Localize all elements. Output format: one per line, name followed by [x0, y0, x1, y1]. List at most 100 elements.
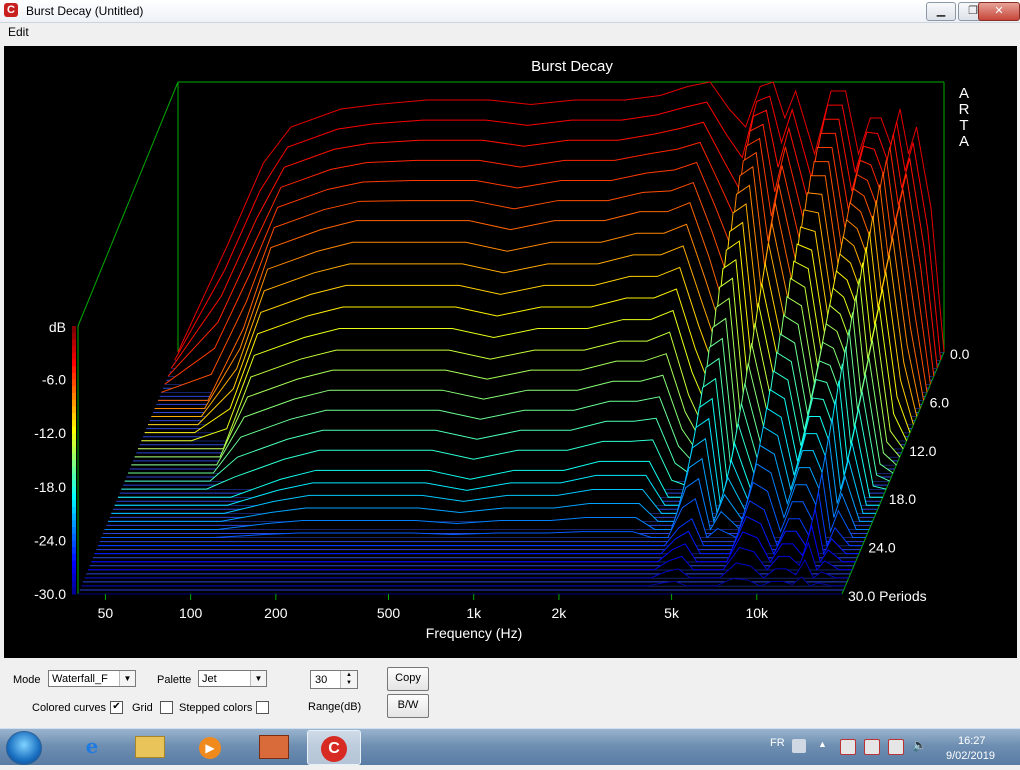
- color-bar-segment: [72, 379, 76, 387]
- menu-bar: Edit: [0, 23, 1020, 41]
- close-icon: ✕: [994, 5, 1004, 17]
- color-bar-segment: [72, 446, 76, 454]
- top-diagonal-edge: [77, 81, 179, 327]
- title-bar: C Burst Decay (Untitled) ▁ ❐ ✕: [0, 0, 1020, 23]
- color-bar-segment: [72, 326, 76, 334]
- palette-label: Palette: [157, 674, 192, 686]
- clock-time[interactable]: 16:27: [958, 735, 986, 747]
- z-tick-label: -30.0: [34, 586, 66, 602]
- x-tick-label: 10k: [745, 605, 769, 621]
- arta-watermark: ARTA: [959, 85, 970, 150]
- color-bar-segment: [72, 506, 76, 515]
- color-bar-segment: [72, 493, 76, 501]
- color-bar-segment: [72, 520, 76, 528]
- x-tick-label: 200: [264, 605, 288, 621]
- color-bar-segment: [72, 580, 76, 588]
- explorer-icon[interactable]: [124, 730, 176, 763]
- color-bar-segment: [72, 453, 76, 461]
- taskbar: e ▶ C FR ▲ 🔈 16:27 9/02/2019: [0, 728, 1020, 765]
- x-tick-label: 5k: [664, 605, 680, 621]
- db-color-bar: [72, 326, 76, 595]
- palette-select[interactable]: Jet ▼: [198, 670, 267, 687]
- x-tick-label: 500: [377, 605, 401, 621]
- color-bar-segment: [72, 406, 76, 414]
- arta-app-icon[interactable]: C: [4, 3, 18, 17]
- ie-icon[interactable]: e: [66, 730, 118, 763]
- control-panel: [0, 660, 1020, 728]
- grid-label: Grid: [132, 702, 153, 714]
- color-bar-segment: [72, 346, 76, 354]
- color-bar-segment: [72, 486, 76, 494]
- burst-decay-plot: Burst Decay ARTA dB -6.0 -12.0 -18.0 -24.0 -3…: [4, 46, 1017, 658]
- grid-checkbox[interactable]: [160, 701, 173, 714]
- z-tick-label: -6.0: [42, 372, 66, 388]
- color-bar-segment: [72, 393, 76, 401]
- minimize-button[interactable]: ▁: [926, 2, 956, 21]
- x-axis-label: Frequency (Hz): [426, 625, 522, 641]
- range-spinner[interactable]: 30 ▲ ▼: [310, 670, 358, 689]
- flag-icon[interactable]: [840, 739, 856, 755]
- mode-select[interactable]: Waterfall_F ▼: [48, 670, 136, 687]
- y-tick-label: 18.0: [889, 491, 916, 507]
- window-title: Burst Decay (Untitled): [26, 4, 144, 18]
- stepped-colors-checkbox[interactable]: [256, 701, 269, 714]
- color-bar-segment: [72, 372, 76, 381]
- x-tick-label: 100: [179, 605, 203, 621]
- colored-curves-label: Colored curves: [32, 702, 106, 714]
- color-bar-segment: [72, 480, 76, 488]
- mode-label: Mode: [13, 674, 41, 686]
- y-tick-label: 6.0: [930, 394, 950, 410]
- show-hidden-icons-icon[interactable]: ▲: [818, 739, 827, 749]
- menu-edit[interactable]: Edit: [8, 25, 29, 39]
- palette-value: Jet: [202, 673, 217, 685]
- bw-button[interactable]: B/W: [387, 694, 429, 718]
- color-bar-segment: [72, 433, 76, 441]
- chart-title: Burst Decay: [531, 58, 613, 75]
- z-tick-label: -12.0: [34, 425, 66, 441]
- chevron-down-icon[interactable]: ▼: [119, 671, 135, 686]
- colored-curves-checkbox[interactable]: ✔: [110, 701, 123, 714]
- copy-button[interactable]: Copy: [387, 667, 429, 691]
- clock-date[interactable]: 9/02/2019: [946, 750, 995, 762]
- y-tick-label: 12.0: [909, 443, 936, 459]
- color-bar-segment: [72, 513, 76, 521]
- chevron-down-icon[interactable]: ▼: [250, 671, 266, 686]
- volume-icon[interactable]: 🔈: [912, 738, 927, 752]
- color-bar-segment: [72, 573, 76, 582]
- close-button[interactable]: ✕: [978, 2, 1020, 21]
- media-player-icon[interactable]: ▶: [184, 730, 236, 763]
- color-bar-segment: [72, 366, 76, 374]
- color-bar-segment: [72, 553, 76, 561]
- x-tick-label: 1k: [466, 605, 482, 621]
- x-tick-label: 50: [98, 605, 114, 621]
- arta-icon[interactable]: C: [307, 730, 361, 765]
- z-tick-label: -24.0: [34, 532, 66, 548]
- color-bar-segment: [72, 587, 76, 595]
- capture-icon[interactable]: [248, 730, 300, 763]
- watermark-letter: A: [959, 133, 969, 150]
- color-bar-segment: [72, 540, 76, 548]
- keyboard-icon[interactable]: [792, 739, 806, 753]
- range-label: Range(dB): [308, 701, 362, 713]
- color-bar-segment: [72, 533, 76, 541]
- color-bar-segment: [72, 399, 76, 407]
- minimize-icon: ▁: [936, 5, 946, 17]
- monitor-icon[interactable]: [888, 739, 904, 755]
- y-tick-label: 0.0: [950, 346, 970, 362]
- color-bar-segment: [72, 332, 76, 340]
- x-tick-label: 2k: [552, 605, 568, 621]
- stepped-colors-label: Stepped colors: [179, 702, 253, 714]
- color-bar-segment: [72, 439, 76, 448]
- color-bar-segment: [72, 567, 76, 575]
- color-bar-segment: [72, 460, 76, 468]
- color-bar-segment: [72, 359, 76, 367]
- watermark-letter: R: [959, 101, 970, 118]
- z-axis-label: dB: [49, 319, 66, 335]
- y-tick-label: 24.0: [868, 540, 895, 556]
- color-bar-segment: [72, 473, 76, 481]
- network-icon[interactable]: [864, 739, 880, 755]
- spinner-arrows-icon[interactable]: ▲ ▼: [340, 671, 357, 688]
- color-bar-segment: [72, 466, 76, 474]
- language-indicator[interactable]: FR: [770, 737, 785, 749]
- start-button[interactable]: [6, 731, 42, 765]
